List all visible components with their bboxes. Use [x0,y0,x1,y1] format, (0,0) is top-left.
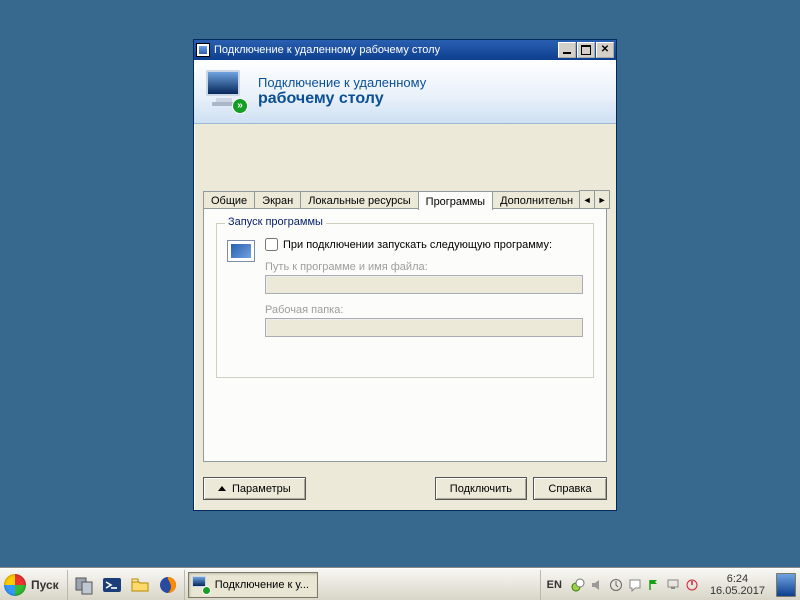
taskbar-app-label: Подключение к у... [215,579,309,591]
header-line2: рабочему столу [258,90,426,108]
tab-advanced[interactable]: Дополнительн [492,191,581,209]
title-bar[interactable]: Подключение к удаленному рабочему столу [194,40,616,60]
quick-launch [68,570,185,600]
program-path-input[interactable] [265,275,583,294]
options-button-label: Параметры [232,483,291,495]
program-path-label: Путь к программе и имя файла: [265,261,583,273]
help-button[interactable]: Справка [533,477,607,500]
start-orb-icon [4,574,26,596]
language-indicator[interactable]: EN [547,579,562,591]
tab-panel-programs: Запуск программы При подключении запуска… [203,208,607,462]
tray-audio-icon[interactable] [590,578,604,592]
start-button[interactable]: Пуск [0,570,68,600]
show-desktop-button[interactable] [776,573,796,597]
close-button[interactable] [596,42,614,58]
tray-power-icon[interactable] [685,578,699,592]
working-folder-input[interactable] [265,318,583,337]
start-label: Пуск [31,578,59,592]
rdc-window: Подключение к удаленному рабочему столу … [193,39,617,511]
dialog-button-row: Параметры Подключить Справка [203,477,607,500]
tray-devices-icon[interactable] [666,578,680,592]
taskbar-date: 16.05.2017 [710,585,765,597]
connect-button-label: Подключить [450,483,512,495]
explorer-icon[interactable] [128,573,152,597]
app-icon [196,43,210,57]
tab-general[interactable]: Общие [203,191,255,209]
connect-button[interactable]: Подключить [435,477,527,500]
tab-scroll-left[interactable]: ◄ [579,190,595,209]
start-program-checkbox-row[interactable]: При подключении запускать следующую прог… [265,238,583,251]
tray-action-icon[interactable] [628,578,642,592]
header-banner: » Подключение к удаленному рабочему стол… [194,60,616,124]
window-title: Подключение к удаленному рабочему столу [214,44,440,56]
remote-desktop-icon: » [204,70,248,114]
options-button[interactable]: Параметры [203,477,306,500]
start-program-checkbox-label: При подключении запускать следующую прог… [283,239,552,251]
tray-network-icon[interactable] [571,578,585,592]
server-manager-icon[interactable] [72,573,96,597]
tab-scroll-right[interactable]: ► [594,190,610,209]
taskbar: Пуск Подключение к у... EN [0,568,800,600]
tab-programs[interactable]: Программы [418,191,493,210]
start-program-group: Запуск программы При подключении запуска… [216,223,594,378]
group-title: Запуск программы [225,216,326,228]
header-line1: Подключение к удаленному [258,75,426,90]
chevron-up-icon [218,486,226,491]
minimize-button[interactable] [558,42,576,58]
taskbar-app-rdc[interactable]: Подключение к у... [188,572,318,598]
firefox-icon[interactable] [156,573,180,597]
working-folder-label: Рабочая папка: [265,304,583,316]
tab-strip: Общие Экран Локальные ресурсы Программы … [203,188,607,209]
powershell-icon[interactable] [100,573,124,597]
help-button-label: Справка [548,483,591,495]
tray-flag-icon[interactable] [647,578,661,592]
taskbar-app-icon [192,576,210,594]
program-icon [227,240,255,262]
maximize-button[interactable] [577,42,595,58]
taskbar-time: 6:24 [710,573,765,585]
tab-local-resources[interactable]: Локальные ресурсы [300,191,418,209]
tray-clock-icon[interactable] [609,578,623,592]
system-tray: EN 6:24 16.05.2017 [540,570,796,600]
taskbar-clock[interactable]: 6:24 16.05.2017 [704,573,771,597]
tab-display[interactable]: Экран [254,191,301,209]
start-program-checkbox[interactable] [265,238,278,251]
